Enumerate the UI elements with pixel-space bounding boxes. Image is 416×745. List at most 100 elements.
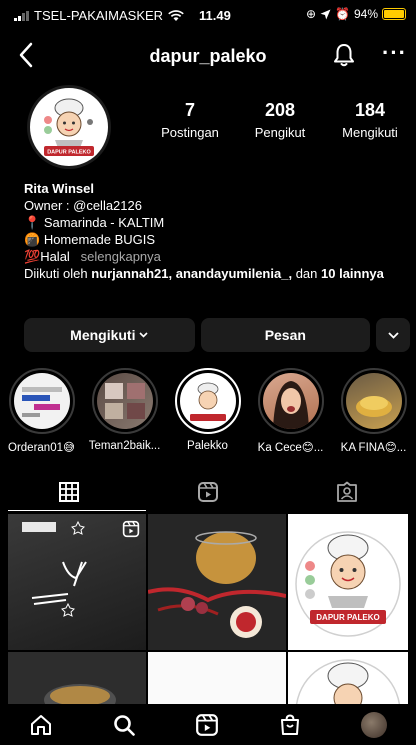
reel-badge-icon xyxy=(122,520,140,538)
following-button[interactable]: Mengikuti xyxy=(24,318,195,352)
tab-reels[interactable] xyxy=(139,474,278,510)
post-3-logo-artwork: DAPUR PALEKO xyxy=(295,531,401,637)
home-icon[interactable] xyxy=(29,713,53,737)
highlight-item[interactable]: Palekko xyxy=(166,368,249,458)
highlight-item[interactable]: Orderan01😅 xyxy=(0,368,83,458)
followed-names: nurjannah21, anandayumilenia_, xyxy=(91,266,293,281)
followed-by-line[interactable]: Diikuti oleh nurjannah21, anandayumileni… xyxy=(24,265,404,282)
following-count: 184 xyxy=(354,100,386,120)
highlight-label: Teman2baik... xyxy=(88,440,161,452)
post-thumbnail[interactable]: DAPUR PALEKO xyxy=(288,514,408,650)
highlight-thumbnail xyxy=(96,373,153,429)
carrier-info: TSEL-PAKAIMASKER xyxy=(14,8,184,23)
tagged-person-icon xyxy=(336,481,357,502)
notification-bell-icon[interactable] xyxy=(332,42,356,68)
post-6-logo-artwork xyxy=(295,659,401,704)
highlight-ring xyxy=(340,368,407,434)
post-4-artwork xyxy=(44,684,116,704)
bio-homemade: Homemade BUGIS xyxy=(43,232,156,247)
profile-tabs xyxy=(0,474,416,510)
highlight-ring xyxy=(174,368,241,434)
tab-posts-grid[interactable] xyxy=(0,474,139,510)
profile-avatar-tab[interactable] xyxy=(360,711,387,738)
highlight-item[interactable]: KA FINA😊... xyxy=(332,368,415,458)
followed-count: 10 lainnya xyxy=(321,266,384,281)
posts-grid: DAPUR PALEKO xyxy=(8,514,408,704)
bio-location: Samarinda - KALTIM xyxy=(43,215,165,230)
highlight-label: Orderan01😅 xyxy=(8,442,75,454)
post-thumbnail[interactable] xyxy=(148,514,286,650)
wifi-icon xyxy=(168,9,184,21)
clock: 11.49 xyxy=(199,8,231,23)
hundred-points-icon: 💯 xyxy=(24,249,41,264)
active-tab-indicator xyxy=(8,510,146,511)
avatar-image: DAPUR PALEKO xyxy=(30,88,108,166)
shop-bag-icon[interactable] xyxy=(278,713,302,737)
message-button-label: Pesan xyxy=(264,327,306,343)
bio-homemade-line: 🍘 Homemade BUGIS xyxy=(24,231,404,248)
alarm-icon: ⏰ xyxy=(335,7,350,21)
highlight-thumbnail xyxy=(179,373,236,429)
bio-halal: Halal xyxy=(40,249,70,264)
highlight-item[interactable]: Ka Cece😊... xyxy=(249,368,332,458)
highlight-ring xyxy=(91,368,158,434)
stat-following[interactable]: 184 Mengikuti xyxy=(330,100,410,140)
post-2-artwork xyxy=(148,514,286,650)
followers-count: 208 xyxy=(264,100,296,120)
signal-icon xyxy=(14,10,29,21)
message-button[interactable]: Pesan xyxy=(200,318,371,352)
chef-logo-illustration: DAPUR PALEKO xyxy=(44,98,94,156)
profile-avatar[interactable]: DAPUR PALEKO xyxy=(27,85,111,169)
profile-bio: Rita Winsel Owner : @cella2126 📍 Samarin… xyxy=(24,180,404,282)
more-options-icon[interactable]: ··· xyxy=(382,40,407,66)
search-icon[interactable] xyxy=(112,713,136,737)
display-name: Rita Winsel xyxy=(24,181,94,196)
bio-halal-line: 💯Halal selengkapnya xyxy=(24,248,404,265)
posts-count: 7 xyxy=(184,100,195,120)
bio-owner-line: Owner : @cella2126 xyxy=(24,198,142,213)
following-button-label: Mengikuti xyxy=(70,327,136,343)
following-label: Mengikuti xyxy=(342,125,398,140)
carrier-name: TSEL-PAKAIMASKER xyxy=(34,8,164,23)
profile-actions: Mengikuti Pesan xyxy=(24,318,410,352)
highlight-ring xyxy=(8,368,75,434)
highlight-item[interactable]: Teman2baik... xyxy=(83,368,166,458)
see-more-link[interactable]: selengkapnya xyxy=(81,249,161,264)
status-right: ⊕ ⏰ 94% xyxy=(306,7,406,21)
rotation-lock-icon: ⊕ xyxy=(305,7,317,21)
post-logo-text: DAPUR PALEKO xyxy=(316,613,379,622)
stat-followers[interactable]: 208 Pengikut xyxy=(240,100,320,140)
highlight-label: Palekko xyxy=(187,440,228,452)
reels-icon[interactable] xyxy=(195,713,219,737)
followed-mid: dan xyxy=(295,266,318,281)
food-icon: 🍘 xyxy=(24,232,41,247)
post-thumbnail[interactable] xyxy=(148,652,286,704)
highlight-thumbnail xyxy=(345,373,402,429)
story-highlights: Orderan01😅 Teman2baik... Palekko Ka Cece… xyxy=(0,368,416,458)
suggested-dropdown-button[interactable] xyxy=(376,318,410,352)
avatar-logo-text: DAPUR PALEKO xyxy=(47,150,91,156)
post-thumbnail[interactable] xyxy=(8,514,146,650)
chevron-down-icon xyxy=(387,331,399,339)
reels-icon xyxy=(198,482,218,502)
pin-icon: 📍 xyxy=(24,215,41,230)
posts-label: Postingan xyxy=(161,125,219,140)
post-thumbnail[interactable] xyxy=(8,652,146,704)
status-bar: TSEL-PAKAIMASKER 11.49 ⊕ ⏰ 94% xyxy=(0,0,416,30)
followers-label: Pengikut xyxy=(254,125,306,140)
highlight-thumbnail xyxy=(262,373,319,429)
highlight-ring xyxy=(257,368,324,434)
location-arrow-icon xyxy=(320,9,331,19)
stat-posts[interactable]: 7 Postingan xyxy=(150,100,230,140)
battery-icon xyxy=(382,8,406,20)
highlight-label: KA FINA😊... xyxy=(340,442,407,454)
bottom-tab-bar xyxy=(0,704,416,745)
battery-percent: 94% xyxy=(353,7,378,21)
tab-tagged[interactable] xyxy=(277,474,416,510)
profile-stats: 7 Postingan 208 Pengikut 184 Mengikuti xyxy=(150,100,410,140)
profile-nav-bar: dapur_paleko ··· xyxy=(0,38,416,78)
highlight-label: Ka Cece😊... xyxy=(257,442,324,454)
followed-prefix: Diikuti oleh xyxy=(24,266,88,281)
post-thumbnail[interactable] xyxy=(288,652,408,704)
bio-location-line: 📍 Samarinda - KALTIM xyxy=(24,214,404,231)
